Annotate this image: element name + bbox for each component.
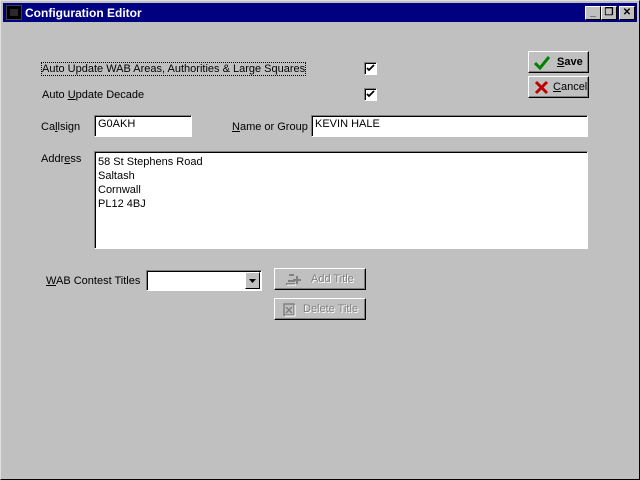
label-part: lsign bbox=[57, 121, 81, 133]
configuration-editor-window: Configuration Editor _ ❐ ✕ Auto Update W… bbox=[0, 0, 640, 480]
minimize-button[interactable]: _ bbox=[585, 6, 601, 20]
delete-title-icon bbox=[283, 303, 296, 317]
cancel-button[interactable]: Cancel bbox=[528, 76, 589, 98]
name-group-input[interactable]: KEVIN HALE bbox=[311, 115, 588, 137]
delete-title-button[interactable]: Delete Title bbox=[274, 298, 366, 320]
auto-update-wab-checkbox[interactable] bbox=[364, 62, 377, 75]
delete-title-label: Delete Title bbox=[303, 303, 359, 315]
close-icon: ✕ bbox=[622, 7, 632, 18]
label-part: ancel bbox=[560, 81, 588, 93]
label-part: AB Contest Titles bbox=[55, 275, 141, 287]
red-x-icon bbox=[534, 80, 549, 95]
label-accel: W bbox=[46, 275, 56, 287]
label-accel: U bbox=[67, 89, 76, 101]
name-group-label: Name or Group bbox=[232, 121, 308, 133]
add-title-label: Add Title bbox=[311, 273, 354, 285]
label-part: pdate Decade bbox=[75, 89, 145, 101]
label-part: Ca bbox=[41, 121, 56, 133]
window-title: Configuration Editor bbox=[25, 6, 142, 20]
restore-icon: ❐ bbox=[604, 7, 614, 18]
label-part: ss bbox=[70, 153, 82, 165]
wab-contest-label: WAB Contest Titles bbox=[46, 275, 140, 287]
dropdown-button[interactable] bbox=[245, 272, 260, 289]
auto-update-decade-label[interactable]: Auto Update Decade bbox=[42, 89, 144, 101]
label-part: Addr bbox=[41, 153, 65, 165]
minimize-icon: _ bbox=[590, 7, 596, 18]
app-icon[interactable] bbox=[6, 5, 22, 20]
save-button[interactable]: Save bbox=[528, 51, 589, 73]
add-title-icon bbox=[286, 274, 301, 286]
address-line: Saltash bbox=[98, 170, 135, 182]
green-check-icon bbox=[534, 56, 550, 70]
checkmark-icon bbox=[366, 90, 375, 98]
auto-update-wab-label[interactable]: Auto Update WAB Areas, Authorities & Lar… bbox=[40, 62, 307, 76]
label-accel: N bbox=[232, 121, 240, 133]
address-textarea[interactable]: 58 St Stephens Road Saltash Cornwall PL1… bbox=[94, 151, 588, 249]
address-label: Address bbox=[41, 153, 81, 165]
add-title-button[interactable]: Add Title bbox=[274, 268, 366, 290]
address-line: PL12 4BJ bbox=[98, 198, 146, 210]
chevron-down-icon bbox=[249, 279, 256, 283]
address-line: Cornwall bbox=[98, 184, 141, 196]
restore-button[interactable]: ❐ bbox=[601, 6, 617, 20]
label-accel: C bbox=[553, 81, 561, 93]
callsign-input[interactable]: G0AKH bbox=[94, 115, 192, 137]
wab-contest-select[interactable] bbox=[146, 270, 262, 291]
address-line: 58 St Stephens Road bbox=[98, 156, 203, 168]
title-bar[interactable]: Configuration Editor _ ❐ ✕ bbox=[3, 3, 637, 22]
label-part: Auto bbox=[42, 89, 68, 101]
close-button[interactable]: ✕ bbox=[619, 6, 635, 20]
cancel-label: Cancel bbox=[553, 81, 587, 93]
callsign-label: Callsign bbox=[41, 121, 80, 133]
label-part: ave bbox=[564, 56, 583, 68]
checkmark-icon bbox=[366, 64, 375, 72]
auto-update-decade-checkbox[interactable] bbox=[364, 88, 377, 101]
save-label: Save bbox=[557, 56, 583, 68]
label-part: ame or Group bbox=[239, 121, 308, 133]
